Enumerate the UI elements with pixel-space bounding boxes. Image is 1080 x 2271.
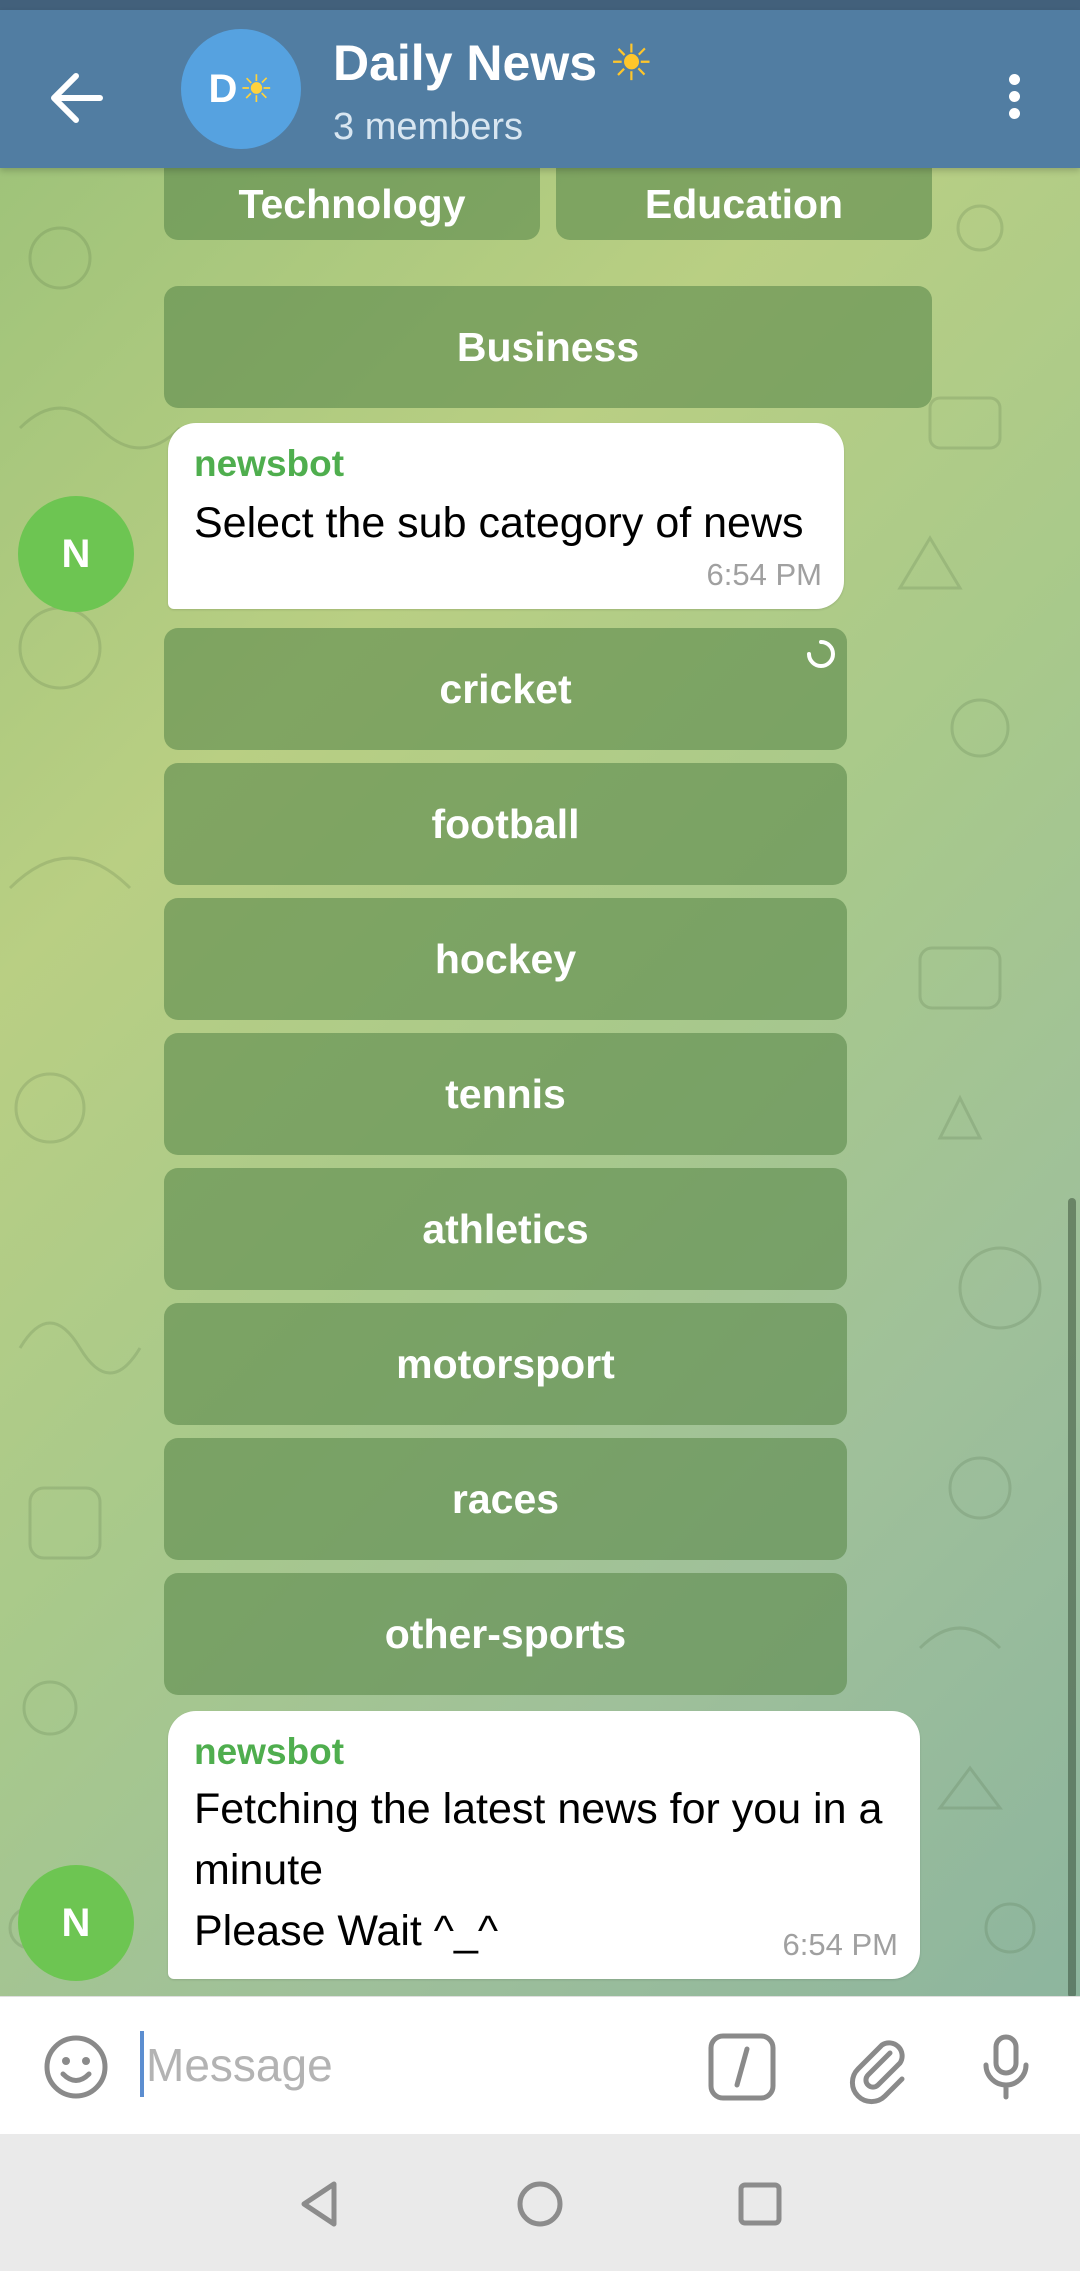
emoji-button[interactable] [36,2027,116,2107]
keyboard-button-label: races [451,1475,560,1522]
message-bubble[interactable]: newsbot Fetching the latest news for you… [168,1711,920,1979]
keyboard-button-label: Business [456,323,640,370]
scrollbar[interactable] [1068,1198,1076,1996]
nav-back-button[interactable] [292,2176,348,2232]
sun-emoji-icon: ☀ [609,35,654,91]
keyboard-button-label: athletics [422,1205,589,1252]
chat-messages-area[interactable]: Technology Education Business newsbot Se… [0,168,1080,1996]
bot-avatar[interactable]: N [18,1865,134,1981]
keyboard-button-label: other-sports [384,1610,627,1657]
back-button[interactable] [38,58,118,138]
triangle-back-icon [301,2181,337,2227]
group-avatar[interactable]: D ☀ [181,29,301,149]
sender-name: newsbot [194,1731,345,1772]
keyboard-button-races[interactable]: races [164,1438,847,1560]
message-text: Select the sub category of news [194,499,804,547]
attach-button[interactable] [838,2027,918,2107]
message-input[interactable] [146,2025,666,2105]
keyboard-button-label: Technology [238,180,466,227]
circle-home-icon [517,2181,563,2227]
sender-name: newsbot [194,443,345,484]
keyboard-button-label: cricket [439,665,572,712]
more-options-button[interactable] [990,68,1038,128]
message-bubble[interactable]: newsbot Select the sub category of news … [168,423,844,609]
keyboard-button-technology[interactable]: Technology [164,168,540,240]
bot-commands-button[interactable] [702,2027,782,2107]
keyboard-button-athletics[interactable]: athletics [164,1168,847,1290]
keyboard-button-label: Education [644,180,844,227]
square-recents-icon [738,2182,782,2226]
smiley-icon [44,2035,108,2099]
slash-command-icon [708,2033,776,2101]
keyboard-button-label: hockey [434,935,577,982]
keyboard-button-hockey[interactable]: hockey [164,898,847,1020]
message-time: 6:54 PM [782,1927,898,1962]
bot-avatar[interactable]: N [18,496,134,612]
keyboard-button-label: tennis [445,1070,566,1117]
chat-title-text: Daily News [333,35,598,91]
message-text: Fetching the latest news for you in a mi… [194,1785,883,1955]
message-input-bar [0,1996,1080,2135]
chat-header: D ☀ Daily News ☀ 3 members [0,10,1080,168]
group-avatar-letter: D [208,66,238,111]
keyboard-button-other-sports[interactable]: other-sports [164,1573,847,1695]
keyboard-button-football[interactable]: football [164,763,847,885]
bot-avatar-letter: N [61,531,91,576]
arrow-left-icon [51,73,103,123]
voice-message-button[interactable] [966,2027,1046,2107]
keyboard-button-motorsport[interactable]: motorsport [164,1303,847,1425]
chat-title[interactable]: Daily News ☀ [333,34,654,92]
keyboard-button-label: motorsport [396,1340,615,1387]
nav-recents-button[interactable] [732,2176,788,2232]
message-time: 6:54 PM [706,557,822,592]
keyboard-button-cricket[interactable]: cricket [164,628,847,750]
keyboard-button-tennis[interactable]: tennis [164,1033,847,1155]
nav-home-button[interactable] [512,2176,568,2232]
status-bar [0,0,1080,10]
bot-avatar-letter: N [61,1900,91,1945]
paperclip-icon [849,2040,905,2105]
sun-emoji-icon: ☀ [239,68,274,111]
microphone-icon [983,2034,1029,2100]
text-cursor [140,2031,144,2097]
spinner-icon [807,640,835,668]
keyboard-button-education[interactable]: Education [556,168,932,240]
keyboard-button-business[interactable]: Business [164,286,932,408]
android-navigation-bar [0,2134,1080,2271]
member-count: 3 members [333,106,524,148]
more-vert-icon [990,74,1038,119]
keyboard-button-label: football [431,800,580,847]
